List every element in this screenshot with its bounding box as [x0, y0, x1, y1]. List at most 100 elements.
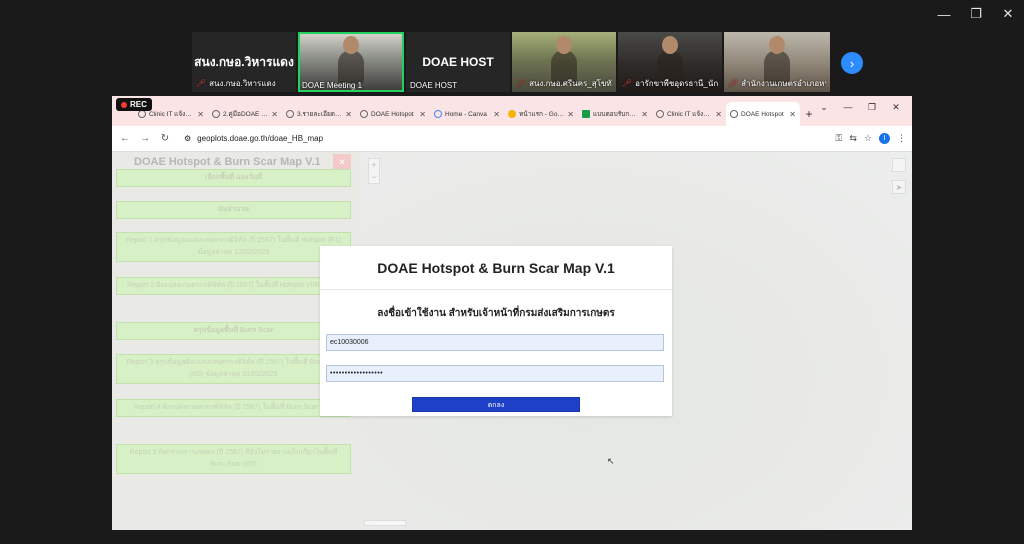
browser-tab[interactable]: Home - Canva ✕ — [430, 102, 504, 126]
zoom-out-button[interactable]: − — [369, 171, 379, 183]
sidebar-report-button[interactable]: Report 2 ผังแปลงเกษตรกรดิจิทัล (ปี 2567)… — [116, 277, 351, 295]
sidebar-report-button[interactable]: เลือกพื้นที่ และวันที่ — [116, 169, 351, 187]
window-controls: — ❐ ✕ — [928, 0, 1024, 28]
layers-button[interactable] — [892, 158, 906, 172]
participant-name: สนง.กษอ.วิหารแดง — [209, 79, 276, 88]
forward-icon[interactable]: → — [138, 133, 152, 144]
restore-icon[interactable]: ❐ — [860, 102, 884, 113]
tab-close-icon[interactable]: ✕ — [419, 110, 426, 119]
sidebar-report-button[interactable]: Report 3 สรุปข้อมูลผังแปลงเกษตรกรดิจิทัล… — [116, 354, 351, 384]
browser-tab[interactable]: 3.รายละเอียดการลงทะเบียน✕ — [282, 102, 356, 126]
favicon-icon — [508, 110, 516, 118]
tab-title: DOAE Hotspot — [371, 110, 414, 118]
browser-tab[interactable]: หน้าแรก - Google Drive✕ — [504, 102, 578, 126]
sidebar-report-button[interactable]: Report 5 กิจกรรมการเกษตร (ปี 2567) ที่ยั… — [116, 444, 351, 474]
favicon-icon — [212, 110, 220, 118]
tab-title: Clinic IT แจ้งปัญหา — [149, 111, 195, 118]
login-submit-button[interactable]: ตกลง — [412, 397, 580, 412]
username-input[interactable]: ec10030006 — [326, 334, 664, 351]
close-icon[interactable]: ✕ — [992, 0, 1024, 28]
tab-close-icon[interactable]: ✕ — [271, 110, 278, 119]
password-input[interactable]: •••••••••••••••••• — [326, 365, 664, 382]
tab-search-icon[interactable]: ⌄ — [812, 102, 836, 113]
shared-screen: Clinic IT แจ้งปัญหา✕2.คู่มือDOAE Hotspot… — [112, 96, 912, 530]
sidebar-report-button[interactable]: Report 1 สรุปข้อมูลแปลงเกษตรกรดิจิทัล (ป… — [116, 232, 351, 262]
minimize-icon[interactable]: — — [836, 102, 860, 113]
back-icon[interactable]: ← — [118, 133, 132, 144]
sidebar-report-button[interactable]: Report 4 ผังแปลงเกษตรกรดิจิทัล (ปี 2567)… — [116, 399, 351, 417]
tab-close-icon[interactable]: ✕ — [493, 110, 500, 119]
record-dot-icon — [121, 101, 127, 108]
participant-name-label: DOAE HOST — [410, 81, 506, 90]
tab-close-icon[interactable]: ✕ — [789, 110, 796, 119]
browser-tab[interactable]: Clinic IT แจ้งปัญหา✕ — [652, 102, 726, 126]
locate-icon[interactable]: ➤ — [892, 180, 906, 194]
participant-name-label: 🎤︎ สนง.กษอ.วิหารแดง — [196, 77, 292, 90]
tab-title: แบบตอบรับการประชุม — [593, 111, 638, 118]
tab-title: หน้าแรก - Google Drive — [519, 111, 564, 118]
participant-name: อารักขาพืชอุดรธานี_นักว... — [635, 79, 718, 88]
zoom-in-button[interactable]: + — [369, 159, 379, 171]
participant-tile[interactable]: 🎤︎อารักขาพืชอุดรธานี_นักว... — [618, 32, 722, 92]
browser-tab-bar: Clinic IT แจ้งปัญหา✕2.คู่มือDOAE Hotspot… — [112, 96, 912, 126]
sidebar-report-button[interactable]: นับจำนวน — [116, 201, 351, 219]
tab-title: Home - Canva — [445, 110, 487, 118]
participant-tile[interactable]: DOAE HOST DOAE HOST — [406, 32, 510, 92]
tab-close-icon[interactable]: ✕ — [715, 110, 722, 119]
participant-tile[interactable]: 🎤︎ สนง.กษอ.ศรีนคร_สุโขทัย — [512, 32, 616, 92]
url-text: geoplots.doae.go.th/doae_HB_map — [197, 134, 324, 143]
participant-name-label: 🎤︎อารักขาพืชอุดรธานี_นักว... — [622, 77, 718, 90]
mouse-cursor-icon: ↖ — [607, 456, 615, 466]
bookmark-star-icon[interactable]: ☆ — [864, 133, 872, 144]
browser-toolbar: ← → ↻ ⚙ geoplots.doae.go.th/doae_HB_map … — [112, 126, 912, 152]
favicon-icon — [656, 110, 664, 118]
participant-strip: สนง.กษอ.วิหารแดง 🎤︎ สนง.กษอ.วิหารแดง DOAE M… — [192, 32, 830, 92]
tab-close-icon[interactable]: ✕ — [345, 110, 352, 119]
tab-title: 3.รายละเอียดการลงทะเบียน — [297, 111, 343, 118]
mic-muted-icon: 🎤︎ — [622, 79, 633, 88]
translate-icon[interactable]: ⇆ — [849, 133, 857, 144]
tab-title: DOAE Hotspot — [741, 110, 784, 118]
participant-name-label: 🎤︎ สนง.กษอ.ศรีนคร_สุโขทัย — [516, 77, 612, 90]
favicon-icon — [582, 110, 590, 118]
browser-tab[interactable]: 2.คู่มือDOAE Hotspot✕ — [208, 102, 282, 126]
web-page: + − ➤ DOAE Hotspot & Burn Scar Map V.1 ✕… — [112, 152, 912, 530]
chevron-right-icon[interactable]: › — [841, 52, 863, 74]
password-key-icon[interactable]: ⚿ — [836, 133, 843, 144]
participant-tile[interactable]: 🎤︎สำนักงานเกษตรอำเภอหน... — [724, 32, 830, 92]
recording-label: REC — [130, 100, 147, 109]
tab-close-icon[interactable]: ✕ — [567, 110, 574, 119]
tab-close-icon[interactable]: ✕ — [641, 110, 648, 119]
close-icon[interactable]: ✕ — [884, 102, 908, 113]
mic-muted-icon: 🎤︎ — [196, 79, 207, 88]
favicon-icon — [138, 110, 146, 118]
participant-name-label: DOAE Meeting 1 — [302, 81, 400, 90]
recording-badge: REC — [116, 98, 152, 111]
minimize-icon[interactable]: — — [928, 0, 960, 28]
participant-name: DOAE HOST — [410, 81, 458, 90]
reload-icon[interactable]: ↻ — [158, 133, 172, 144]
sidebar-close-button[interactable]: ✕ — [333, 154, 351, 170]
browser-tab[interactable]: DOAE Hotspot ✕ — [726, 102, 800, 126]
tab-close-icon[interactable]: ✕ — [197, 110, 204, 119]
browser-tab[interactable]: DOAE Hotspot ✕ — [356, 102, 430, 126]
address-bar[interactable]: ⚙ geoplots.doae.go.th/doae_HB_map — [184, 134, 830, 143]
favicon-icon — [360, 110, 368, 118]
browser-tab[interactable]: แบบตอบรับการประชุม✕ — [578, 102, 652, 126]
browser-menu-icon[interactable]: ⋮ — [897, 133, 906, 144]
browser-window-controls: ⌄ — ❐ ✕ — [812, 102, 908, 113]
login-title: DOAE Hotspot & Burn Scar Map V.1 — [320, 246, 672, 290]
participant-video — [338, 36, 364, 84]
sidebar-report-button[interactable]: สรุปข้อมูลพื้นที่ Burn Scar — [116, 322, 351, 340]
map-scale-bar — [364, 520, 406, 526]
sidebar-title: DOAE Hotspot & Burn Scar Map V.1 — [134, 156, 321, 168]
site-info-icon[interactable]: ⚙ — [184, 134, 191, 143]
participant-tile[interactable]: สนง.กษอ.วิหารแดง 🎤︎ สนง.กษอ.วิหารแดง — [192, 32, 296, 92]
participant-tile[interactable]: DOAE Meeting 1 — [298, 32, 404, 92]
restore-icon[interactable]: ❐ — [960, 0, 992, 28]
participant-name-label: 🎤︎สำนักงานเกษตรอำเภอหน... — [728, 77, 826, 90]
login-dialog: DOAE Hotspot & Burn Scar Map V.1 ลงชื่อเ… — [320, 246, 672, 416]
profile-avatar[interactable]: I — [879, 133, 890, 144]
mic-muted-icon: 🎤︎ — [516, 79, 527, 88]
tab-list: Clinic IT แจ้งปัญหา✕2.คู่มือDOAE Hotspot… — [134, 96, 912, 126]
